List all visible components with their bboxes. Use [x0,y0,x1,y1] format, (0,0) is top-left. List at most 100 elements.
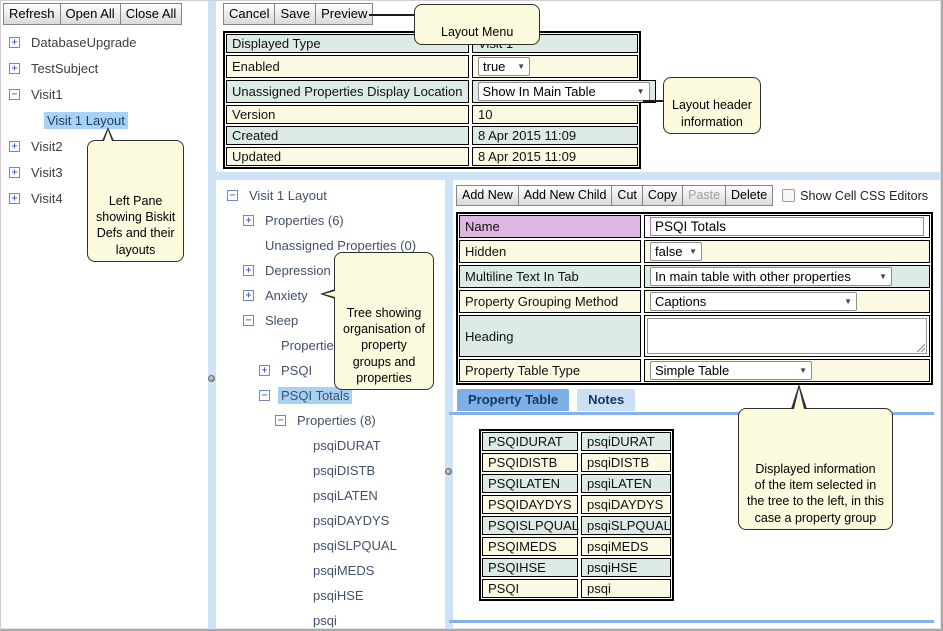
chevron-down-icon: ▼ [799,366,807,375]
expand-icon[interactable]: + [243,290,254,301]
biskit-item-databaseupgrade[interactable]: +DatabaseUpgrade [3,29,203,55]
header-row-label: Updated [226,147,469,166]
layout-preview-button[interactable]: Preview [315,3,373,25]
tree-item-label: Visit 1 Layout [246,187,330,204]
layout-item-psqi[interactable]: psqi [223,608,438,631]
layout-item-visit-1-layout[interactable]: −Visit 1 Layout [223,183,438,208]
dropdown-select[interactable]: Show In Main Table▼ [478,82,650,101]
header-row-label: Created [226,126,469,145]
left-pane-toolbar: RefreshOpen AllClose All [3,3,181,25]
expand-icon[interactable]: + [259,365,270,376]
app-window: RefreshOpen AllClose All +DatabaseUpgrad… [0,0,943,631]
layout-cancel-button[interactable]: Cancel [223,3,275,25]
collapse-icon[interactable]: − [9,89,20,100]
tree-item-label: TestSubject [28,60,101,77]
horizontal-splitter[interactable] [216,172,942,180]
tab-property-table[interactable]: Property Table [457,389,569,411]
heading-textarea[interactable] [647,318,927,354]
tab-notes[interactable]: Notes [577,389,635,411]
layout-save-button[interactable]: Save [274,3,316,25]
detail-tabs: Property Table Notes [449,389,635,411]
checkbox-label: Show Cell CSS Editors [800,189,928,203]
biskit-item-visit1[interactable]: −Visit1 [3,81,203,107]
collapse-icon[interactable]: − [259,390,270,401]
layout-item-psqilaten[interactable]: psqiLATEN [223,483,438,508]
editor-copy-button[interactable]: Copy [642,185,683,206]
multiline-text-in-tab-value: In main table with other properties▼ [644,265,930,288]
callout-pointer-fill [794,388,804,409]
tree-open-all-button[interactable]: Open All [60,3,121,25]
select-value: Captions [655,294,706,309]
expand-icon[interactable]: + [243,265,254,276]
layout-item-psqihse[interactable]: psqiHSE [223,583,438,608]
property-caption-cell: PSQI [482,579,578,598]
show-cell-css-editors-checkbox[interactable] [782,189,795,202]
layout-menu-toolbar: CancelSavePreview [223,3,372,25]
chevron-down-icon: ▼ [879,272,887,281]
tree-refresh-button[interactable]: Refresh [3,3,61,25]
header-row: Unassigned Properties Display LocationSh… [226,80,638,103]
editor-delete-button[interactable]: Delete [725,185,773,206]
resize-grip-icon[interactable] [916,343,925,352]
layout-item-psqislpqual[interactable]: psqiSLPQUAL [223,533,438,558]
name-input[interactable] [650,217,924,236]
expand-icon[interactable]: + [9,167,20,178]
editor-add-new-button[interactable]: Add New [456,185,519,206]
dropdown-select[interactable]: In main table with other properties▼ [650,267,892,286]
dropdown-select[interactable]: Captions▼ [650,292,857,311]
layout-header-table: Displayed TypeVisit 1Enabledtrue▼Unassig… [223,31,641,169]
biskit-item-testsubject[interactable]: + TestSubject [3,55,203,81]
editor-paste-button[interactable]: Paste [682,185,726,206]
form-row: Multiline Text In TabIn main table with … [459,265,930,288]
form-row: Heading [459,315,930,357]
layout-item-properties-8[interactable]: −Properties (8) [223,408,438,433]
tree-item-label: PSQI [278,362,315,379]
tree-item-label: Sleep [262,312,301,329]
property-caption-cell: PSQILATEN [482,474,578,493]
header-row-value: 8 Apr 2015 11:09 [472,126,638,145]
property-name-cell: psqi [581,579,671,598]
expand-icon[interactable]: + [9,63,20,74]
callout-text: Displayed information of the item select… [747,462,884,525]
layout-item-psqidistb[interactable]: psqiDISTB [223,458,438,483]
property-caption-cell: PSQIDURAT [482,432,578,451]
dropdown-select[interactable]: Simple Table▼ [650,361,812,380]
form-row: Property Grouping MethodCaptions▼ [459,290,930,313]
collapse-icon[interactable]: − [227,190,238,201]
callout-connector [369,14,414,16]
layout-item-psqimeds[interactable]: psqiMEDS [223,558,438,583]
layout-item-psqidaydys[interactable]: psqiDAYDYS [223,508,438,533]
editor-cut-button[interactable]: Cut [611,185,642,206]
select-value: Show In Main Table [483,84,596,99]
dropdown-select[interactable]: true▼ [478,57,530,76]
callout-tree-info: Tree showing organisation of property gr… [334,252,434,390]
editor-add-new-child-button[interactable]: Add New Child [518,185,613,206]
left-splitter-knob-icon[interactable] [208,375,215,382]
property-caption-cell: PSQISLPQUAL [482,516,578,535]
tree-item-label: Properties (8) [294,412,379,429]
tree-close-all-button[interactable]: Close All [120,3,183,25]
chevron-down-icon: ▼ [517,62,525,71]
right-splitter-knob-icon[interactable] [445,468,452,475]
tree-item-label: psqiHSE [310,587,367,604]
layout-item-properties-6[interactable]: +Properties (6) [223,208,438,233]
tree-item-label: Visit 1 Layout [44,112,128,129]
collapse-icon[interactable]: − [243,315,254,326]
dropdown-select[interactable]: false ▼ [650,242,702,261]
name-value [644,215,930,238]
name-label: Name [459,215,641,238]
tree-item-label: Visit2 [28,138,66,155]
select-value: false [655,244,682,259]
chevron-down-icon: ▼ [689,247,697,256]
expand-icon[interactable]: + [243,215,254,226]
callout-pointer-fill [324,291,335,297]
left-splitter[interactable] [208,1,216,630]
callout-text: Layout header information [672,98,752,128]
expand-icon[interactable]: + [9,193,20,204]
header-row-value: 8 Apr 2015 11:09 [472,147,638,166]
collapse-icon[interactable]: − [275,415,286,426]
expand-icon[interactable]: + [9,141,20,152]
tree-item-label: Visit4 [28,190,66,207]
layout-item-psqidurat[interactable]: psqiDURAT [223,433,438,458]
expand-icon[interactable]: + [9,37,20,48]
